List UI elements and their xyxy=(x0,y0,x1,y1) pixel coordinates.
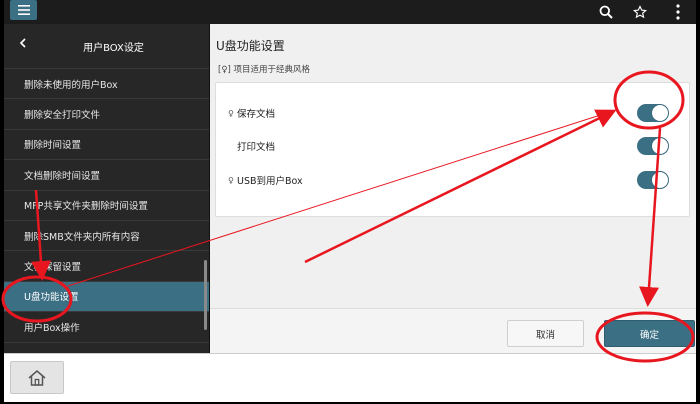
toggle-knob xyxy=(652,172,668,188)
more-vertical-icon xyxy=(676,4,680,20)
action-bar: 取消 确定 xyxy=(210,308,696,353)
top-bar xyxy=(4,0,696,24)
sidebar-scrollbar[interactable] xyxy=(204,260,207,330)
sidebar-menu: 删除未使用的用户Box 删除安全打印文件 删除时间设置 文档删除时间设置 MFP… xyxy=(4,69,209,343)
toggle-save-document[interactable] xyxy=(637,104,669,122)
favorite-button[interactable] xyxy=(630,2,650,22)
toggle-knob xyxy=(652,105,668,121)
search-icon xyxy=(599,5,613,19)
sidebar-item[interactable]: 删除SMB文件夹内所有内容 xyxy=(4,221,209,252)
sidebar-item[interactable]: 删除安全打印文件 xyxy=(4,99,209,130)
sidebar-item[interactable]: 删除时间设置 xyxy=(4,130,209,161)
setting-label: 保存文档 xyxy=(237,109,276,120)
sidebar-header: 用户BOX设定 xyxy=(4,24,209,69)
sidebar-item[interactable]: 用户Box操作 xyxy=(4,312,209,343)
setting-label: 打印文档 xyxy=(237,142,276,153)
chevron-left-icon xyxy=(19,38,26,48)
setting-label: USB到用户Box xyxy=(237,176,303,187)
settings-card: ♀ 保存文档 打印文档 ♀ USB到用户Box xyxy=(215,82,690,217)
sidebar-item[interactable]: 删除未使用的用户Box xyxy=(4,69,209,100)
main-panel: U盘功能设置 [♀] 项目适用于经典风格 ♀ 保存文档 打印文档 ♀ USB到用… xyxy=(210,24,696,353)
cancel-button[interactable]: 取消 xyxy=(507,320,584,347)
setting-row-print-document: 打印文档 xyxy=(216,131,689,161)
menu-icon xyxy=(17,5,30,15)
footer xyxy=(4,353,696,402)
home-icon xyxy=(28,369,46,386)
pin-icon: ♀ xyxy=(228,175,234,185)
sidebar-item[interactable]: MFP共享文件夹删除时间设置 xyxy=(4,191,209,221)
toggle-knob xyxy=(652,138,668,154)
search-button[interactable] xyxy=(596,2,616,22)
setting-row-save-document: ♀ 保存文档 xyxy=(216,98,689,128)
toggle-usb-to-box[interactable] xyxy=(637,171,669,189)
app-frame: 用户BOX设定 删除未使用的用户Box 删除安全打印文件 删除时间设置 文档删除… xyxy=(4,0,696,402)
pin-icon: ♀ xyxy=(228,108,234,118)
star-icon xyxy=(633,5,647,19)
toggle-print-document[interactable] xyxy=(637,137,669,155)
setting-row-usb-to-box: ♀ USB到用户Box xyxy=(216,165,689,195)
more-button[interactable] xyxy=(668,2,688,22)
menu-button[interactable] xyxy=(10,0,37,20)
sidebar-title: 用户BOX设定 xyxy=(83,42,144,54)
sidebar: 用户BOX设定 删除未使用的用户Box 删除安全打印文件 删除时间设置 文档删除… xyxy=(4,24,210,353)
back-button[interactable] xyxy=(16,37,30,52)
home-button[interactable] xyxy=(10,361,64,394)
sidebar-item[interactable]: 文档保留设置 xyxy=(4,251,209,282)
ok-button[interactable]: 确定 xyxy=(604,320,695,347)
page-title: U盘功能设置 xyxy=(216,39,285,53)
sidebar-item-usb-settings[interactable]: U盘功能设置 xyxy=(4,281,209,313)
classic-style-note: [♀] 项目适用于经典风格 xyxy=(218,65,311,75)
sidebar-item[interactable]: 文档删除时间设置 xyxy=(4,160,209,191)
